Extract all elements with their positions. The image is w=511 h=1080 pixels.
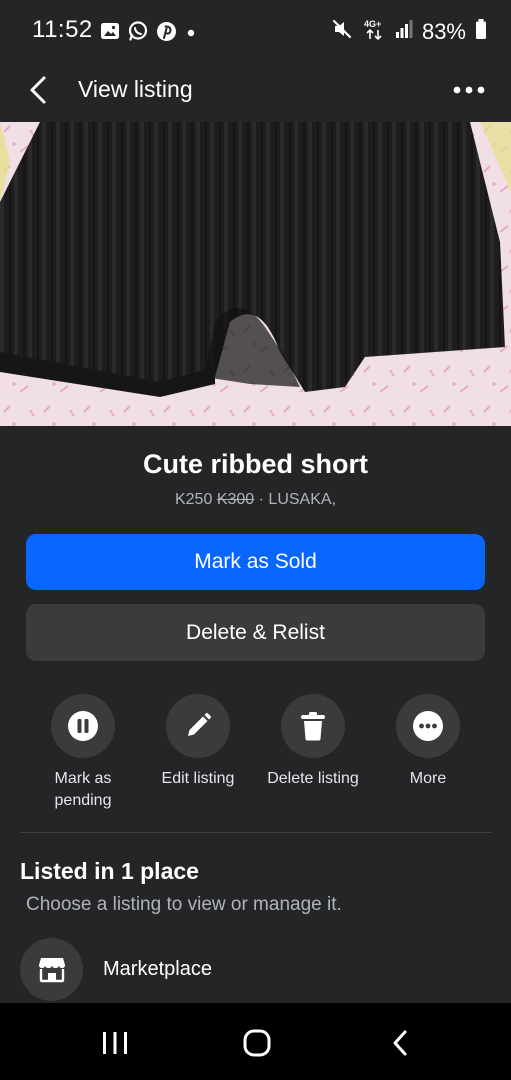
mark-pending-action[interactable]: Mark as pending <box>23 694 143 812</box>
app-bar: View listing <box>0 62 511 120</box>
status-time: 11:52 <box>32 16 93 43</box>
listing-original-price: K300 <box>216 491 255 508</box>
network-icon: 4G+ <box>362 17 386 46</box>
edit-listing-label: Edit listing <box>161 770 235 787</box>
mark-pending-label: Mark as pending <box>54 770 112 809</box>
pinterest-icon <box>156 21 177 47</box>
edit-listing-button[interactable] <box>166 694 230 758</box>
system-status-icons: 4G+ 83% <box>331 17 487 46</box>
signal-icon <box>395 19 413 44</box>
gallery-icon <box>100 21 120 46</box>
status-bar: 11:52 4G+ 83% <box>0 0 511 62</box>
meta-separator: · <box>258 491 264 508</box>
back-icon <box>393 1030 407 1056</box>
svg-text:4G+: 4G+ <box>364 19 381 29</box>
pencil-icon <box>188 713 211 736</box>
more-icon <box>413 711 443 741</box>
chevron-left-icon <box>30 76 46 104</box>
more-action[interactable]: More <box>368 694 488 790</box>
recents-button[interactable] <box>93 1023 137 1063</box>
more-button[interactable] <box>396 694 460 758</box>
listing-price: K250 <box>174 491 213 508</box>
listed-section-subtitle: Choose a listing to view or manage it. <box>26 894 342 915</box>
listing-title: Cute ribbed short <box>142 449 368 479</box>
mark-as-sold-button[interactable]: Mark as Sold <box>26 534 485 590</box>
mute-icon <box>331 18 353 45</box>
dot-icon <box>184 21 198 46</box>
back-button[interactable] <box>20 72 56 108</box>
battery-percent: 83% <box>421 18 466 44</box>
edit-listing-action[interactable]: Edit listing <box>138 694 258 790</box>
delete-listing-action[interactable]: Delete listing <box>253 694 373 790</box>
listing-meta: K250 K300 · LUSAKA, <box>0 491 511 509</box>
recents-icon <box>103 1032 127 1054</box>
delete-listing-button[interactable] <box>281 694 345 758</box>
home-icon <box>243 1029 271 1057</box>
more-options-button[interactable] <box>449 74 489 106</box>
pause-icon <box>68 711 98 741</box>
marketplace-store-icon <box>20 937 83 1001</box>
system-nav-bar <box>0 1003 511 1080</box>
place-row-marketplace[interactable]: Marketplace <box>20 937 491 1001</box>
delete-relist-button[interactable]: Delete & Relist <box>26 604 485 661</box>
mark-pending-button[interactable] <box>51 694 115 758</box>
listed-section-title: Listed in 1 place <box>20 858 199 884</box>
delete-listing-label: Delete listing <box>267 770 359 787</box>
page-title: View listing <box>78 76 193 102</box>
battery-icon <box>475 18 487 45</box>
notification-icons <box>100 20 198 47</box>
more-horizontal-icon <box>453 86 485 94</box>
system-back-button[interactable] <box>378 1023 422 1063</box>
listing-location: LUSAKA, <box>268 491 337 508</box>
home-button[interactable] <box>235 1023 279 1063</box>
whatsapp-icon <box>127 20 149 47</box>
more-label: More <box>409 770 447 787</box>
view-listing-screen: 11:52 4G+ 83% View listing Cute ribbed s… <box>0 0 511 1080</box>
section-divider <box>20 832 492 833</box>
listing-photo[interactable] <box>0 122 511 426</box>
trash-icon <box>301 712 325 741</box>
place-label: Marketplace <box>103 957 212 980</box>
